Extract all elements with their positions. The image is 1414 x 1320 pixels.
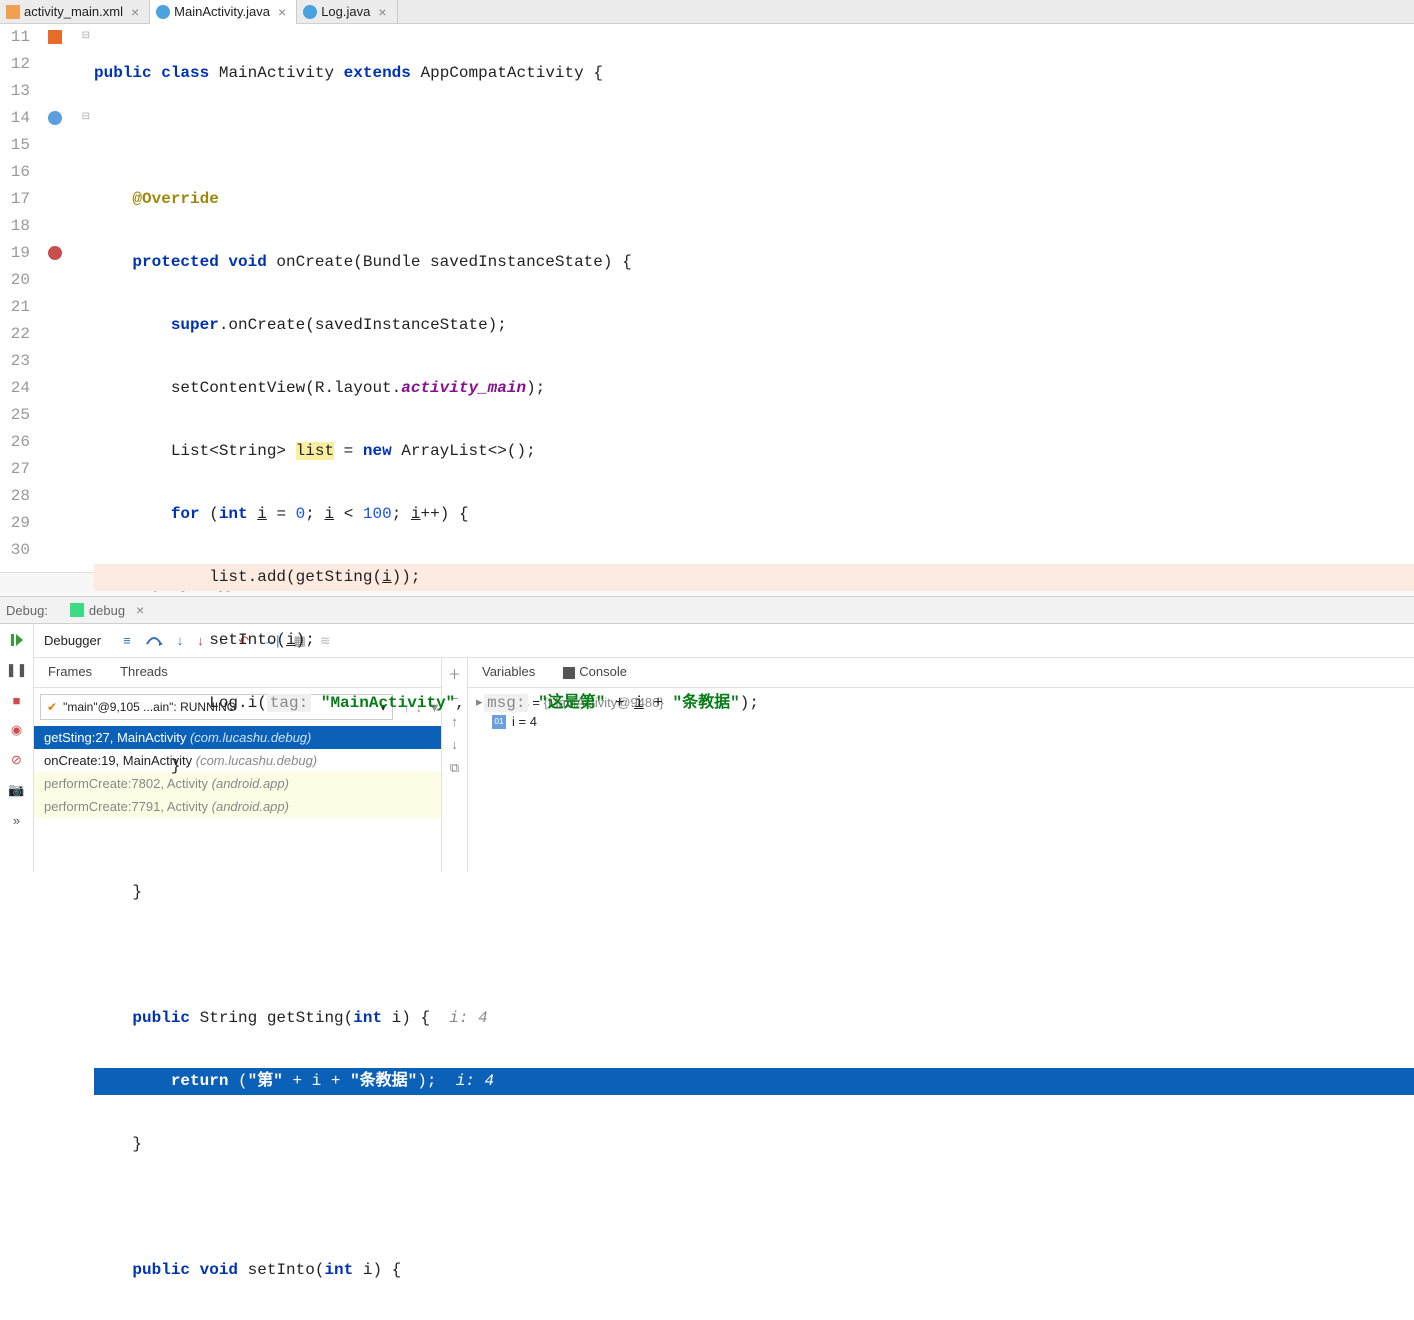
code-editor[interactable]: 11121314 15161718 19202122 23242526 2728… (0, 24, 1414, 572)
tab-main-activity-java[interactable]: MainActivity.java × (150, 0, 297, 24)
line-number-gutter: 11121314 15161718 19202122 23242526 2728… (0, 24, 38, 572)
resume-button[interactable] (7, 630, 27, 650)
breakpoint-icon[interactable] (48, 246, 62, 260)
code-body[interactable]: public class MainActivity extends AppCom… (94, 24, 1414, 572)
close-icon[interactable]: × (374, 5, 386, 19)
pause-button[interactable]: ❚❚ (7, 660, 27, 680)
fold-icon[interactable]: ⊟ (82, 111, 90, 123)
tab-label: Log.java (321, 4, 370, 19)
close-icon[interactable]: × (127, 5, 139, 19)
override-icon[interactable] (48, 111, 62, 125)
marker-gutter: ⊟ ⊟ (38, 24, 94, 572)
tab-label: MainActivity.java (174, 4, 270, 19)
java-class-icon (156, 5, 170, 19)
stop-button[interactable]: ■ (7, 690, 27, 710)
editor-tabs: activity_main.xml × MainActivity.java × … (0, 0, 1414, 24)
tab-label: activity_main.xml (24, 4, 123, 19)
android-icon (70, 603, 84, 617)
tab-log-java[interactable]: Log.java × (297, 0, 397, 24)
structure-icon (48, 30, 62, 44)
java-class-icon (303, 5, 317, 19)
view-breakpoints-button[interactable]: ◉ (7, 720, 27, 740)
more-icon[interactable]: » (7, 810, 27, 830)
tab-activity-main-xml[interactable]: activity_main.xml × (0, 0, 150, 24)
check-icon: ✔ (47, 700, 57, 714)
mute-breakpoints-button[interactable]: ⊘ (7, 750, 27, 770)
fold-icon[interactable]: ⊟ (82, 30, 90, 42)
debug-left-toolbar: ❚❚ ■ ◉ ⊘ 📷 » (0, 624, 34, 872)
close-icon[interactable]: × (274, 5, 286, 19)
debugger-tab[interactable]: Debugger (44, 633, 101, 648)
debug-label: Debug: (6, 603, 48, 618)
camera-icon[interactable]: 📷 (7, 780, 27, 800)
xml-file-icon (6, 5, 20, 19)
